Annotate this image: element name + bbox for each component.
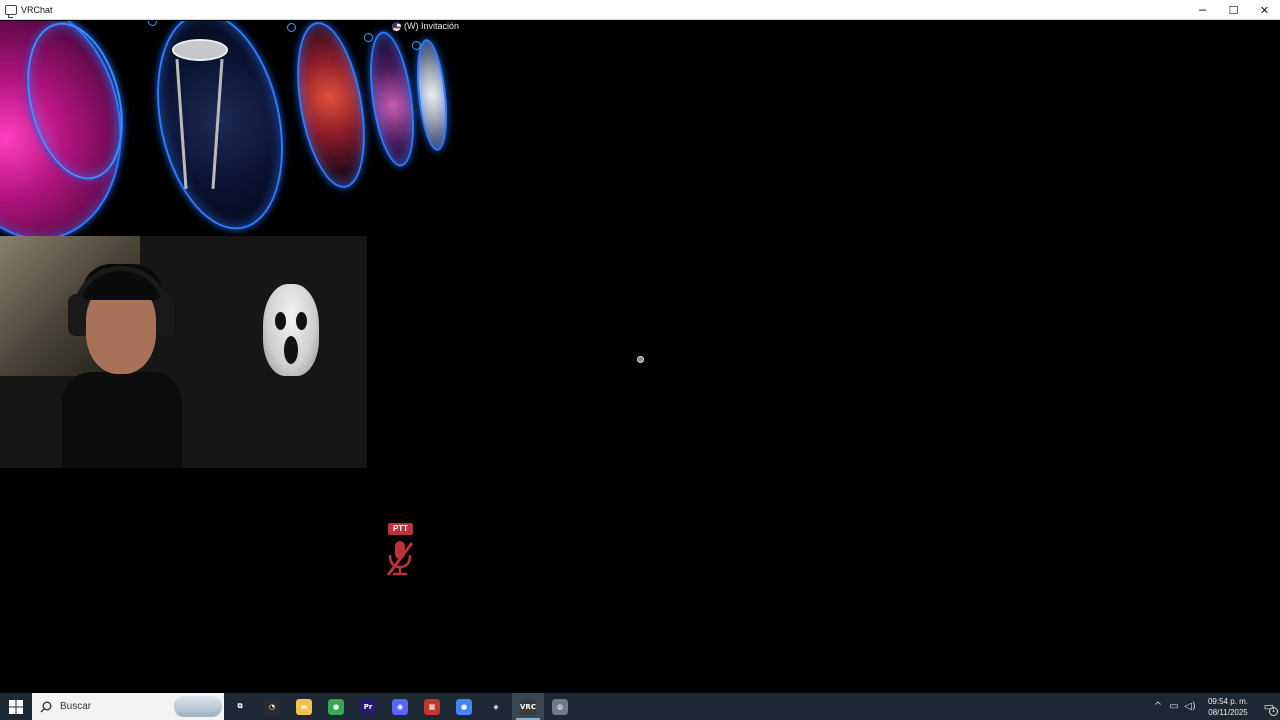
windows-taskbar: Buscar ⧉ ◔ ▬ ● Pr ◉ ▦ ● ◈ VRC ◍ ^ ▭ ◁) 09:54 p. m.… — [0, 693, 1280, 720]
search-highlight-image — [174, 696, 222, 717]
taskbar-app-premiere-pro[interactable]: Pr — [352, 693, 384, 720]
webcam-overlay — [0, 236, 367, 468]
taskbar-app-steam[interactable]: ◈ — [480, 693, 512, 720]
taskbar-app-file-explorer[interactable]: ▬ — [288, 693, 320, 720]
chevron-up-icon[interactable]: ^ — [1150, 693, 1166, 720]
start-button[interactable] — [0, 693, 32, 720]
taskbar-app-clock-app[interactable]: ◔ — [256, 693, 288, 720]
maximize-button[interactable]: ☐ — [1218, 0, 1249, 20]
portal-white-world — [412, 37, 452, 153]
premiere-pro-icon: Pr — [360, 698, 376, 715]
close-button[interactable]: ✕ — [1249, 0, 1280, 20]
taskbar-clock[interactable]: 09:54 p. m. 08/11/2025 — [1204, 696, 1252, 718]
taskbar-app-discord[interactable]: ◉ — [384, 693, 416, 720]
ghostface-mask — [263, 284, 319, 376]
portal-marker-icon — [287, 23, 296, 32]
system-tray: ^ ▭ ◁) 09:54 p. m. 08/11/2025 ▭ 1 — [1150, 693, 1280, 720]
window-titlebar: VRChat ─ ☐ ✕ — [0, 0, 1280, 20]
clock-time: 09:54 p. m. — [1207, 696, 1249, 706]
steam-icon: ◈ — [488, 698, 504, 715]
portal-marker-icon — [412, 41, 421, 50]
vr-app-icon: ◍ — [552, 698, 568, 715]
network-icon[interactable]: ▭ — [1166, 693, 1182, 720]
window-controls: ─ ☐ ✕ — [1187, 0, 1280, 20]
windows-logo-icon — [9, 699, 23, 714]
chrome-profile-icon: ● — [328, 698, 344, 715]
search-icon — [40, 701, 52, 712]
discord-icon: ◉ — [392, 698, 408, 715]
portal-marker-icon — [364, 33, 373, 42]
portal-red-world — [285, 21, 377, 194]
streamer — [62, 264, 182, 468]
clock-date: 08/11/2025 — [1208, 707, 1248, 717]
flag-icon — [392, 21, 401, 31]
media-app-icon: ▦ — [424, 698, 440, 715]
taskbar-app-chrome-profile[interactable]: ● — [320, 693, 352, 720]
portal-purple-world — [362, 28, 422, 170]
taskbar-app-task-view[interactable]: ⧉ — [224, 693, 256, 720]
clock-app-icon: ◔ — [264, 698, 280, 715]
action-center-button[interactable]: ▭ 1 — [1258, 693, 1280, 720]
window-title: VRChat — [21, 4, 53, 15]
portal-marker-icon — [148, 21, 157, 26]
game-viewport[interactable]: (W) Invitación PTT — [0, 21, 1280, 693]
ptt-label: PTT — [388, 523, 413, 535]
taskbar-app-vr-app[interactable]: ◍ — [544, 693, 576, 720]
world-portals — [0, 21, 460, 258]
notification-badge: 1 — [1269, 707, 1278, 716]
taskbar-app-chrome[interactable]: ● — [448, 693, 480, 720]
chrome-icon: ● — [456, 698, 472, 715]
vrchat-app-icon — [5, 4, 17, 18]
taskbar-app-media-app[interactable]: ▦ — [416, 693, 448, 720]
muted-mic-icon — [386, 541, 414, 576]
taskbar-app-vrchat[interactable]: VRC — [512, 693, 544, 720]
volume-icon[interactable]: ◁) — [1182, 693, 1198, 720]
push-to-talk-indicator: PTT — [385, 523, 415, 579]
file-explorer-icon: ▬ — [296, 698, 312, 715]
bar-stool-model — [172, 39, 232, 199]
minimize-button[interactable]: ─ — [1187, 0, 1218, 20]
task-view-icon: ⧉ — [232, 698, 248, 715]
invite-notification[interactable]: (W) Invitación — [392, 21, 459, 31]
search-placeholder: Buscar — [60, 701, 92, 712]
invite-text: (W) Invitación — [404, 21, 460, 31]
taskbar-apps: ⧉ ◔ ▬ ● Pr ◉ ▦ ● ◈ VRC ◍ — [224, 693, 576, 720]
crosshair-icon — [637, 356, 644, 363]
vrchat-icon: VRC — [520, 698, 536, 715]
taskbar-search-box[interactable]: Buscar — [32, 693, 224, 720]
